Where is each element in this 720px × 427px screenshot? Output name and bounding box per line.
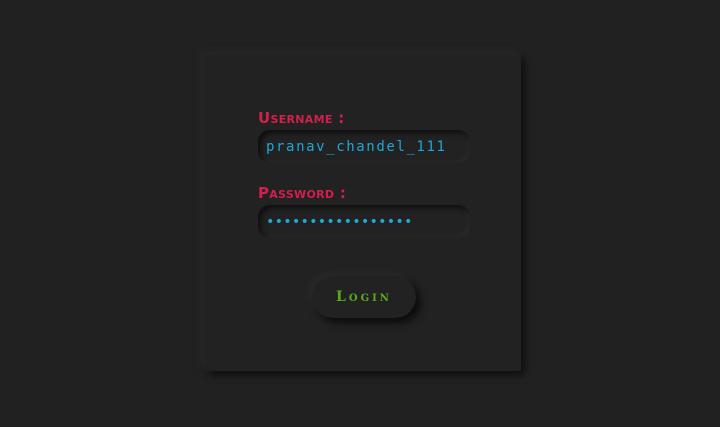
password-input[interactable] <box>266 205 462 238</box>
login-card: Username : Password : Login <box>205 55 521 371</box>
password-label: Password : <box>258 184 347 202</box>
login-button[interactable]: Login <box>312 276 416 318</box>
password-field-container <box>258 205 470 238</box>
username-label: Username : <box>258 109 345 127</box>
username-field-container <box>258 130 470 163</box>
username-input[interactable] <box>266 130 462 163</box>
page: Username : Password : Login <box>0 0 720 427</box>
